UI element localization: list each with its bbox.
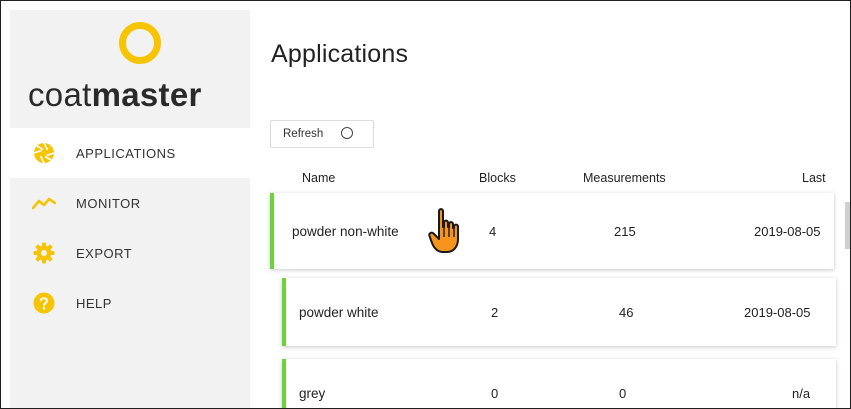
column-header-blocks[interactable]: Blocks xyxy=(479,171,516,185)
refresh-button[interactable]: Refresh xyxy=(270,120,374,148)
table-row[interactable]: powder white 2 46 2019-08-05 xyxy=(282,278,836,346)
main-content: Applications Refresh Name Blocks Measure… xyxy=(250,10,850,408)
app-window: coatmaster APPLICATIONS MONITOR EXPORT H… xyxy=(0,0,851,409)
row-blocks: 0 xyxy=(491,386,499,401)
logo-ring-icon xyxy=(119,22,161,64)
column-header-measurements[interactable]: Measurements xyxy=(583,171,666,185)
sidebar-item-export[interactable]: EXPORT xyxy=(10,228,250,278)
scrollbar[interactable] xyxy=(845,202,850,249)
row-blocks: 2 xyxy=(491,305,499,320)
row-measurements: 0 xyxy=(619,386,627,401)
sidebar-item-help[interactable]: HELP xyxy=(10,278,250,328)
table-row[interactable]: grey 0 0 n/a xyxy=(282,359,836,408)
trend-line-icon xyxy=(32,191,56,215)
hand-cursor-icon xyxy=(428,207,464,255)
sidebar-item-applications[interactable]: APPLICATIONS xyxy=(10,128,250,178)
sidebar-item-label: EXPORT xyxy=(76,245,133,261)
row-name: grey xyxy=(299,386,326,401)
aperture-icon xyxy=(32,141,56,165)
logo: coatmaster xyxy=(10,10,250,123)
gear-icon xyxy=(32,241,56,265)
row-status-bar xyxy=(270,193,274,269)
sidebar: coatmaster APPLICATIONS MONITOR EXPORT H… xyxy=(10,10,250,408)
refresh-icon xyxy=(341,127,353,139)
row-status-bar xyxy=(282,359,286,408)
row-last: 2019-08-05 xyxy=(754,224,821,239)
sidebar-item-label: HELP xyxy=(76,295,112,311)
row-last: n/a xyxy=(792,386,811,401)
row-measurements: 215 xyxy=(614,224,636,239)
sidebar-item-label: MONITOR xyxy=(76,195,141,211)
column-header-last[interactable]: Last xyxy=(802,171,826,185)
row-name: powder white xyxy=(299,305,379,320)
page-title: Applications xyxy=(271,40,409,68)
refresh-label: Refresh xyxy=(283,128,324,140)
sidebar-item-label: APPLICATIONS xyxy=(76,145,176,161)
sidebar-item-monitor[interactable]: MONITOR xyxy=(10,178,250,228)
row-measurements: 46 xyxy=(619,305,634,320)
row-blocks: 4 xyxy=(489,224,497,239)
row-status-bar xyxy=(282,278,286,346)
row-name: powder non-white xyxy=(292,224,399,239)
row-last: 2019-08-05 xyxy=(744,305,811,320)
column-header-name[interactable]: Name xyxy=(302,171,335,185)
question-icon xyxy=(32,291,56,315)
table-row[interactable]: powder non-white 4 215 2019-08-05 xyxy=(270,193,834,269)
logo-text: coatmaster xyxy=(28,76,202,113)
